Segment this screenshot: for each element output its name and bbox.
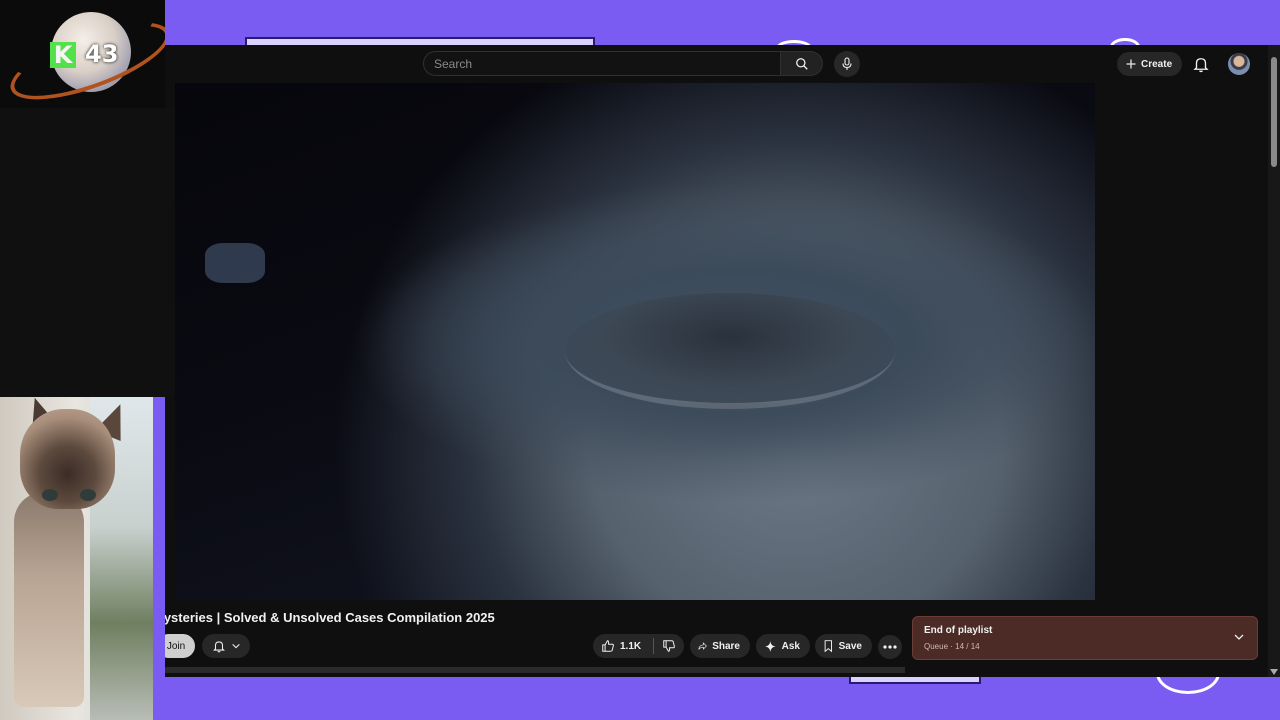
cat-eye	[42, 489, 58, 501]
level-number: 43	[85, 40, 119, 68]
like-button[interactable]: 1.1K	[593, 639, 653, 653]
webcam-overlay	[0, 397, 153, 720]
chevron-down-icon	[231, 643, 240, 649]
avatar[interactable]	[1228, 53, 1250, 75]
share-label: Share	[712, 640, 740, 652]
cat-eye	[80, 489, 96, 501]
plus-icon	[1126, 59, 1136, 69]
search-button[interactable]	[781, 51, 823, 76]
notifications-button[interactable]	[202, 634, 250, 658]
search-box[interactable]	[423, 51, 781, 76]
like-dislike-group: 1.1K	[593, 634, 684, 658]
search-input[interactable]	[434, 56, 764, 72]
sparkle-icon	[765, 640, 776, 652]
like-count: 1.1K	[620, 640, 642, 652]
scroll-down-arrow-icon[interactable]	[1270, 669, 1278, 675]
mic-icon	[842, 57, 852, 70]
more-actions-button[interactable]	[878, 635, 902, 659]
video-player[interactable]	[175, 83, 1095, 600]
video-title: Mysteries | Solved & Unsolved Cases Comp…	[165, 610, 495, 625]
video-frame-detail	[205, 243, 265, 283]
playlist-subtitle: Queue · 14 / 14	[924, 642, 980, 651]
scrollbar-thumb[interactable]	[1271, 57, 1277, 167]
bell-icon	[212, 641, 225, 653]
create-label: Create	[1141, 58, 1173, 70]
more-icon	[883, 645, 897, 649]
share-button[interactable]: Share	[690, 634, 750, 658]
voice-search-button[interactable]	[834, 51, 860, 77]
thumbs-down-icon	[663, 640, 675, 652]
playlist-panel[interactable]: End of playlist Queue · 14 / 14	[912, 616, 1258, 660]
cat-body	[14, 492, 84, 707]
share-icon	[698, 642, 707, 650]
bell-icon[interactable]	[1192, 55, 1210, 73]
video-frame-detail	[565, 293, 895, 409]
bookmark-icon	[824, 640, 832, 653]
overlay-side-panel	[0, 108, 175, 397]
save-label: Save	[838, 640, 862, 652]
search-icon	[795, 57, 808, 70]
join-button[interactable]: Join	[165, 634, 195, 658]
chevron-down-icon[interactable]	[1233, 631, 1245, 643]
ask-button[interactable]: Ask	[756, 634, 810, 658]
level-badge: K	[50, 42, 76, 68]
dislike-button[interactable]	[654, 639, 684, 653]
save-button[interactable]: Save	[815, 634, 872, 658]
content-strip	[165, 667, 905, 673]
create-button[interactable]: Create	[1117, 52, 1183, 76]
thumbs-up-icon	[602, 640, 614, 652]
secondary-column	[1095, 83, 1268, 600]
ask-label: Ask	[781, 640, 800, 652]
cat-head	[20, 409, 115, 509]
level-overlay: K 43	[0, 0, 165, 108]
playlist-title: End of playlist	[924, 625, 993, 636]
scrollbar[interactable]	[1268, 45, 1280, 677]
top-bar: Create	[165, 45, 1280, 83]
youtube-window: Create Mysteries | Solved & Unsolved Cas…	[165, 45, 1280, 677]
